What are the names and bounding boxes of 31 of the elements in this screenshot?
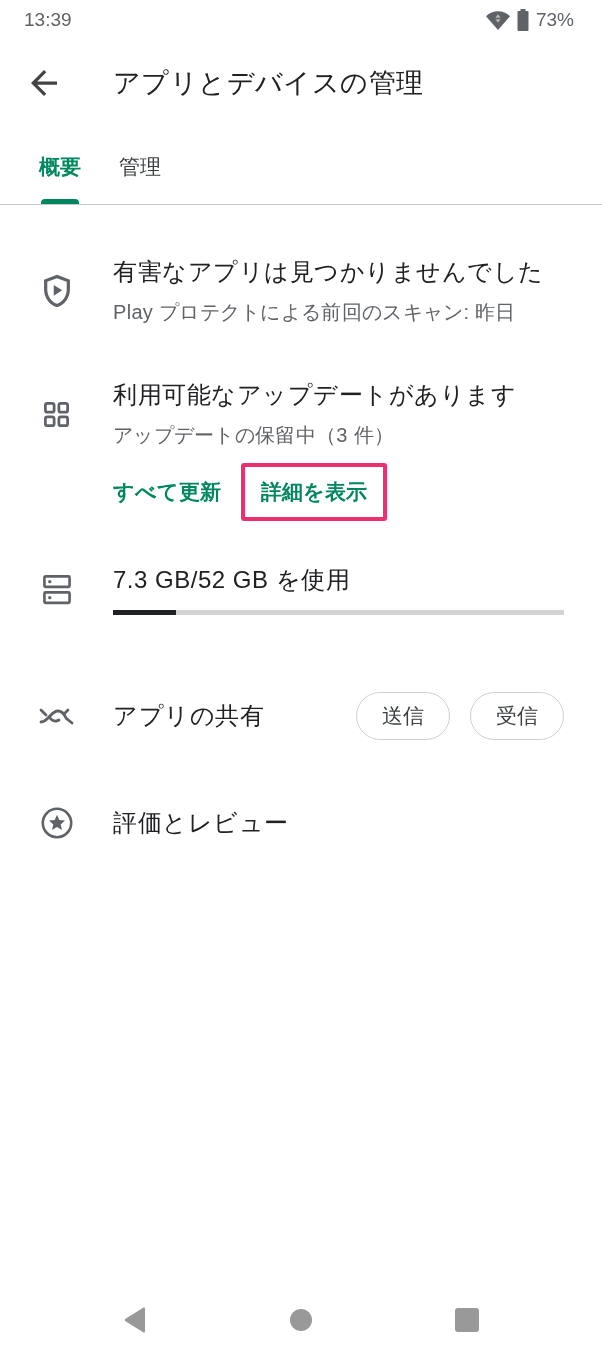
row-title: 利用可能なアップデートがあります (113, 380, 517, 410)
shield-play-icon (41, 274, 72, 308)
star-circle-icon (40, 807, 73, 839)
grid-icon (44, 401, 69, 427)
back-arrow-icon (31, 70, 57, 96)
pill-button[interactable]: 受信 (470, 692, 564, 740)
text-button[interactable]: 詳細を表示 (261, 479, 367, 505)
row-title: 有害なアプリは見つかりませんでした (113, 257, 545, 287)
text-button[interactable]: すべて更新 (113, 479, 221, 505)
battery-icon (516, 9, 529, 31)
recents-square-icon (455, 1308, 479, 1332)
row-subtitle: アップデートの保留中（3 件） (113, 423, 396, 448)
tab[interactable]: 概要 (39, 126, 81, 204)
row-title: アプリの共有 (113, 701, 265, 731)
back-triangle-icon (124, 1307, 146, 1333)
row-title: 7.3 GB/52 GB を使用 (113, 565, 352, 595)
nav-back-button[interactable] (124, 1307, 146, 1333)
tab[interactable]: 管理 (119, 126, 161, 204)
crossing-waves-icon (38, 707, 75, 725)
battery-percent: 73% (535, 9, 574, 31)
storage-icon (42, 574, 71, 605)
page-title: アプリとデバイスの管理 (113, 67, 424, 100)
row-subtitle: Play プロテクトによる前回のスキャン: 昨日 (113, 300, 517, 325)
status-time: 13:39 (24, 9, 72, 31)
home-circle-icon (290, 1309, 312, 1331)
row-title: 評価とレビュー (113, 808, 290, 838)
tab-indicator (41, 199, 79, 204)
back-button[interactable] (31, 70, 57, 96)
wifi-icon (485, 10, 510, 30)
pill-button[interactable]: 送信 (356, 692, 450, 740)
nav-home-button[interactable] (290, 1309, 312, 1331)
